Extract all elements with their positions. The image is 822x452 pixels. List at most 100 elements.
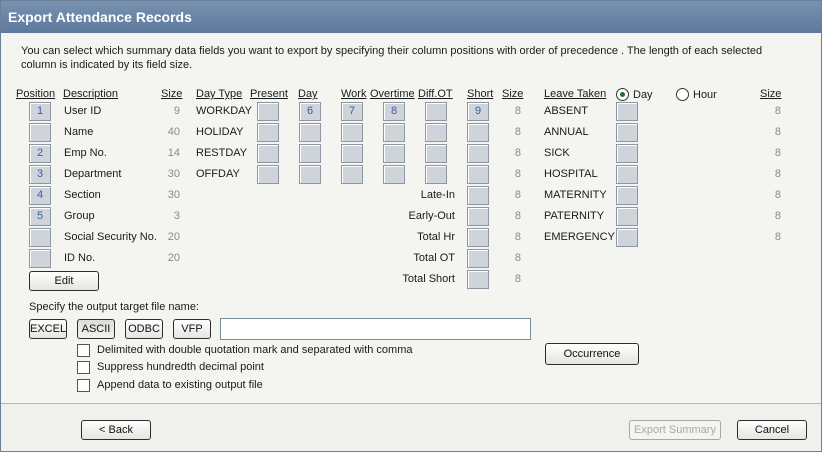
field-description: Section (64, 189, 101, 201)
day-type-label: WORKDAY (196, 105, 253, 117)
diff-ot-position-box[interactable] (425, 144, 447, 163)
leave-position-box[interactable] (616, 144, 638, 163)
diff-ot-position-box[interactable] (425, 123, 447, 142)
day-position-box[interactable] (299, 165, 321, 184)
header-short: Short (467, 88, 494, 100)
day-position-box[interactable] (299, 123, 321, 142)
short-position-box[interactable] (467, 123, 489, 142)
header-work: Work (341, 88, 367, 100)
present-position-box[interactable] (257, 165, 279, 184)
leave-position-box[interactable] (616, 207, 638, 226)
position-field-box[interactable]: 2 (29, 144, 51, 163)
format-ascii-button[interactable]: ASCII (77, 319, 115, 339)
option-delimited-label: Delimited with double quotation mark and… (97, 344, 413, 356)
present-position-box[interactable] (257, 144, 279, 163)
header-size: Size (161, 88, 183, 100)
overtime-position-box[interactable] (383, 123, 405, 142)
field-description: Social Security No. (64, 231, 157, 243)
day-position-box[interactable] (299, 144, 321, 163)
option-append-label: Append data to existing output file (97, 379, 263, 391)
position-field-box[interactable]: 1 (29, 102, 51, 121)
diff-ot-position-box[interactable] (425, 165, 447, 184)
day-type-size: 8 (514, 168, 521, 180)
short-position-box[interactable]: 9 (467, 102, 489, 121)
extra-row-position-box[interactable] (467, 228, 489, 247)
work-position-box[interactable] (341, 165, 363, 184)
format-odbc-button[interactable]: ODBC (125, 319, 163, 339)
field-size: 40 (167, 126, 180, 138)
day-type-size: 8 (514, 126, 521, 138)
present-position-box[interactable] (257, 123, 279, 142)
day-type-size: 8 (514, 147, 521, 159)
radio-day-label: Day (633, 89, 653, 101)
work-position-box[interactable]: 7 (341, 102, 363, 121)
option-append-checkbox[interactable] (77, 379, 90, 392)
work-position-box[interactable] (341, 144, 363, 163)
leave-type-label: SICK (544, 147, 570, 159)
field-size: 14 (167, 147, 180, 159)
leave-type-label: PATERNITY (544, 210, 605, 222)
instructions-text: You can select which summary data fields… (21, 45, 763, 71)
overtime-position-box[interactable] (383, 144, 405, 163)
short-position-box[interactable] (467, 144, 489, 163)
header-day-type: Day Type (196, 88, 243, 100)
position-field-box[interactable] (29, 123, 51, 142)
diff-ot-position-box[interactable] (425, 102, 447, 121)
field-size: 30 (167, 168, 180, 180)
leave-position-box[interactable] (616, 102, 638, 121)
field-size: 20 (167, 231, 180, 243)
filename-input[interactable] (220, 318, 531, 340)
leave-size: 8 (774, 105, 781, 117)
day-type-label: HOLIDAY (196, 126, 244, 138)
export-summary-button[interactable]: Export Summary (629, 420, 721, 440)
leave-size: 8 (774, 231, 781, 243)
position-field-box[interactable]: 3 (29, 165, 51, 184)
field-size: 9 (173, 105, 180, 117)
extra-row-position-box[interactable] (467, 270, 489, 289)
extra-row-position-box[interactable] (467, 207, 489, 226)
format-vfp-button[interactable]: VFP (173, 319, 211, 339)
field-size: 30 (167, 189, 180, 201)
header-position: Position (16, 88, 56, 100)
header-day: Day (298, 88, 318, 100)
radio-hour[interactable] (676, 88, 689, 101)
leave-position-box[interactable] (616, 123, 638, 142)
option-delimited-checkbox[interactable] (77, 344, 90, 357)
dialog-footer: < Back Export Summary Cancel (1, 403, 821, 451)
header-present: Present (250, 88, 288, 100)
extra-row-position-box[interactable] (467, 249, 489, 268)
dialog-content: You can select which summary data fields… (1, 33, 821, 403)
field-description: User ID (64, 105, 102, 117)
extra-row-label: Total OT (413, 252, 455, 264)
position-field-box[interactable]: 5 (29, 207, 51, 226)
leave-position-box[interactable] (616, 186, 638, 205)
occurrence-button[interactable]: Occurrence (545, 343, 639, 365)
leave-position-box[interactable] (616, 228, 638, 247)
position-field-box[interactable]: 4 (29, 186, 51, 205)
edit-button[interactable]: Edit (29, 271, 99, 291)
day-type-label: RESTDAY (196, 147, 248, 159)
cancel-button[interactable]: Cancel (737, 420, 807, 440)
export-attendance-window: Export Attendance Records You can select… (0, 0, 822, 452)
field-size: 3 (173, 210, 180, 222)
header-description: Description (63, 88, 119, 100)
leave-size: 8 (774, 210, 781, 222)
position-field-box[interactable] (29, 228, 51, 247)
leave-position-box[interactable] (616, 165, 638, 184)
leave-type-label: HOSPITAL (544, 168, 598, 180)
format-excel-button[interactable]: EXCEL (29, 319, 67, 339)
present-position-box[interactable] (257, 102, 279, 121)
overtime-position-box[interactable] (383, 165, 405, 184)
option-suppress-decimal-checkbox[interactable] (77, 361, 90, 374)
radio-day[interactable] (616, 88, 629, 101)
day-position-box[interactable]: 6 (299, 102, 321, 121)
leave-size: 8 (774, 168, 781, 180)
extra-row-position-box[interactable] (467, 186, 489, 205)
overtime-position-box[interactable]: 8 (383, 102, 405, 121)
position-field-box[interactable] (29, 249, 51, 268)
work-position-box[interactable] (341, 123, 363, 142)
short-position-box[interactable] (467, 165, 489, 184)
leave-size: 8 (774, 147, 781, 159)
back-button[interactable]: < Back (81, 420, 151, 440)
field-description: Department (64, 168, 122, 180)
